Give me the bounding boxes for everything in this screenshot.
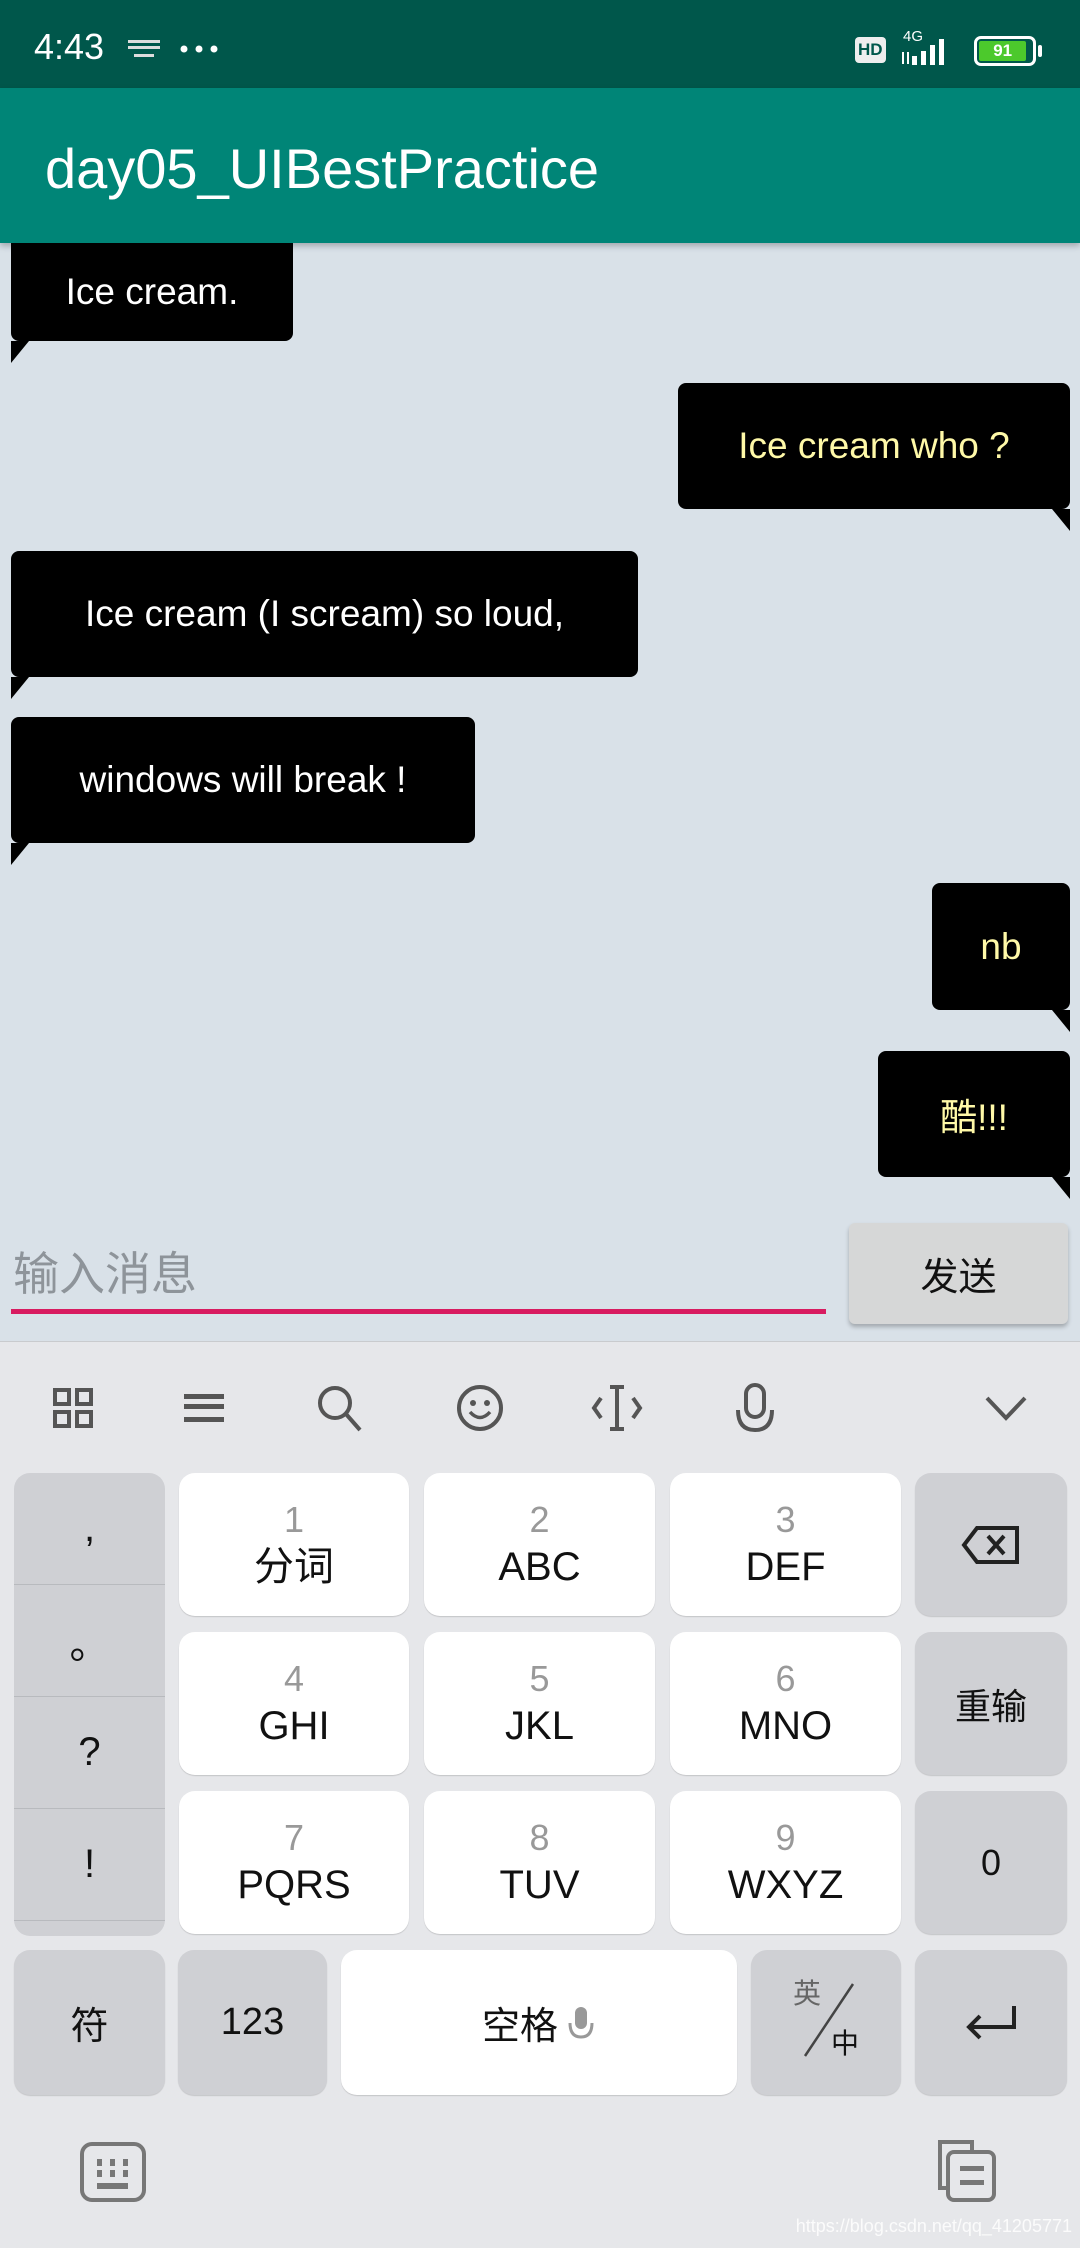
app-bar: day05_UIBestPractice [0,88,1080,243]
message-bubble-right: 酷!!! [878,1051,1070,1199]
key-6[interactable]: 6 MNO [670,1632,901,1775]
hd-badge: HD [855,37,886,63]
zero-key[interactable]: 0 [915,1791,1067,1934]
symbols-key[interactable]: 符 [14,1950,165,2095]
punct-key[interactable]: 。 [14,1585,165,1697]
grid-icon[interactable] [45,1380,101,1436]
key-4[interactable]: 4 GHI [179,1632,409,1775]
search-icon[interactable] [312,1380,368,1436]
key-1[interactable]: 1 分词 [179,1473,409,1616]
battery-icon: 91 [974,36,1036,66]
key-5[interactable]: 5 JKL [424,1632,655,1775]
status-bar: 4:43 HD 4G 91 [0,0,1080,88]
language-switch-key[interactable]: 英 中 [751,1950,901,2095]
numbers-key[interactable]: 123 [178,1950,327,2095]
punctuation-column[interactable]: , 。 ? ! [14,1473,165,1936]
watermark: https://blog.csdn.net/qq_41205771 [795,2216,1072,2236]
key-3[interactable]: 3 DEF [670,1473,901,1616]
message-bubble-right: nb [932,883,1070,1032]
more-dots-icon [180,45,218,53]
message-bubble-left: windows will break ! [11,717,475,865]
signal-icon [902,39,944,65]
punct-key[interactable]: ? [14,1697,165,1809]
collapse-chevron-icon[interactable] [978,1380,1034,1436]
emoji-icon[interactable] [452,1380,508,1436]
message-input[interactable]: 输入消息 [11,1230,826,1314]
key-9[interactable]: 9 WXYZ [670,1791,901,1934]
clipboard-icon[interactable] [934,2138,998,2204]
battery-level: 91 [979,41,1027,61]
app-title: day05_UIBestPractice [45,137,600,200]
microphone-icon [568,2006,594,2039]
space-label: 空格 [481,2006,558,2048]
cursor-icon[interactable] [589,1380,645,1436]
key-2[interactable]: 2 ABC [424,1473,655,1616]
punct-key[interactable]: , [14,1473,165,1585]
keyboard-layout-icon[interactable] [176,1380,232,1436]
space-key[interactable]: 空格 [341,1950,737,2095]
message-bubble-right: Ice cream who ? [678,383,1070,531]
status-time: 4:43 [34,26,105,67]
key-7[interactable]: 7 PQRS [179,1791,409,1934]
punct-key[interactable]: ! [14,1809,165,1921]
keyboard-icon [128,40,160,57]
microphone-icon[interactable] [727,1380,783,1436]
send-button[interactable]: 发送 [849,1223,1068,1324]
enter-icon [966,2005,1016,2039]
reinput-key[interactable]: 重输 [915,1632,1067,1775]
backspace-key[interactable] [915,1473,1067,1616]
enter-key[interactable] [915,1950,1067,2095]
keyboard-switch-icon[interactable] [80,2142,146,2202]
backspace-icon [961,1525,1019,1564]
key-8[interactable]: 8 TUV [424,1791,655,1934]
message-bubble-left: Ice cream (I scream) so loud, [11,551,638,699]
